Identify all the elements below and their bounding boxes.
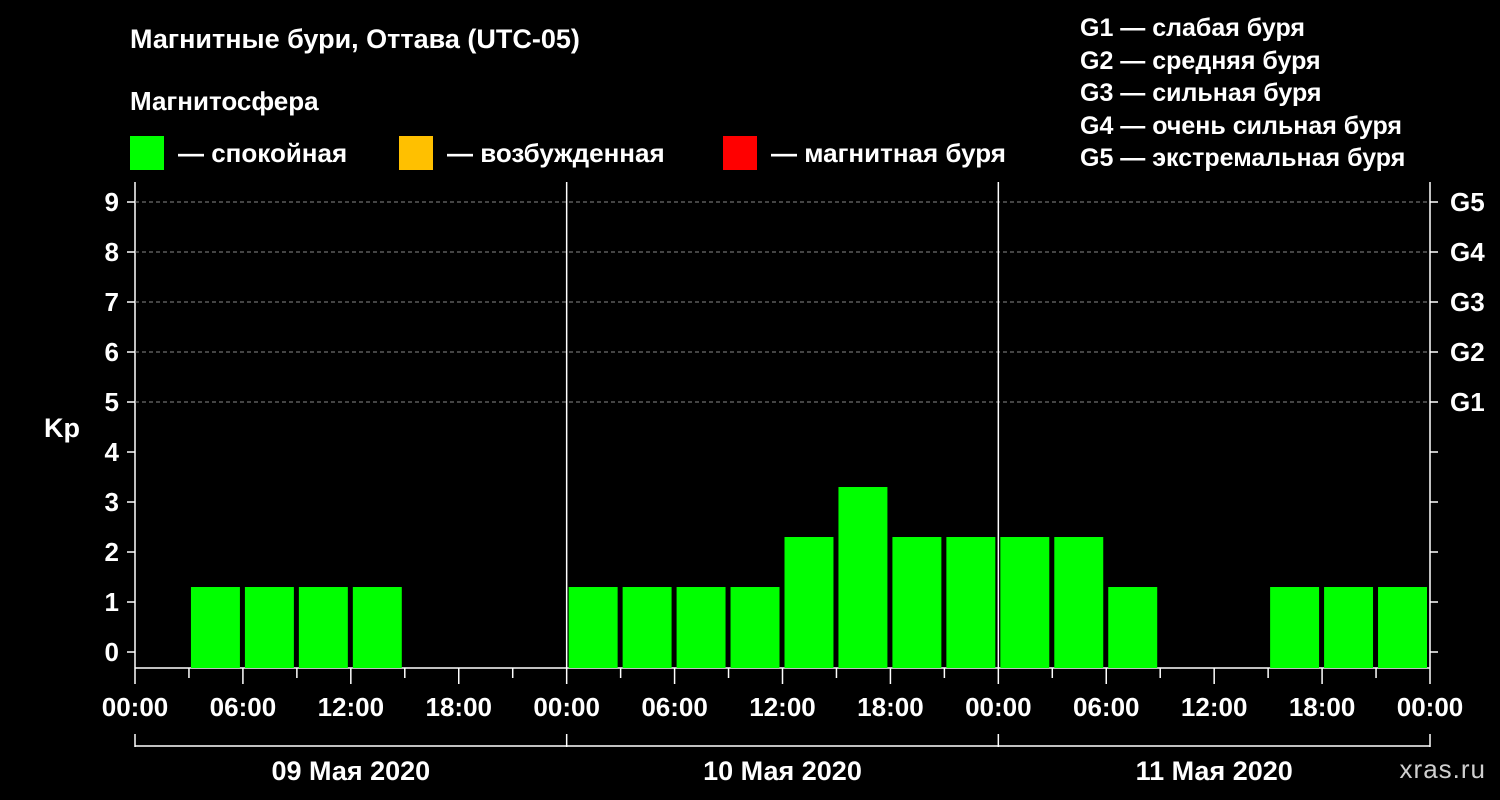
bar-4 (352, 587, 402, 668)
bar-16 (1000, 537, 1050, 668)
bar-22 (1324, 587, 1374, 668)
bar-14 (892, 537, 942, 668)
kp-bar-chart: 0 1 2 3 4 5 6 7 8 9 G1 G2 G3 G4 G5 Kp 00:00 06:00 12:00 18:… (44, 182, 1485, 786)
x-tick-label-1: 06:00 (210, 692, 277, 722)
bar-18 (1108, 587, 1158, 668)
x-tick-label-0: 00:00 (102, 692, 169, 722)
y-tick-label-1: 1 (105, 587, 119, 617)
x-tick-label-4: 00:00 (533, 692, 600, 722)
right-tick-label-g5: G5 (1450, 187, 1485, 217)
bar-11 (730, 587, 780, 668)
y-tick-label-0: 0 (105, 637, 119, 667)
bar-10 (676, 587, 726, 668)
bar-21 (1270, 587, 1320, 668)
bar-8 (568, 587, 618, 668)
y-tick-label-8: 8 (105, 237, 119, 267)
bar-15 (946, 537, 996, 668)
watermark: xras.ru (1399, 754, 1486, 784)
bar-12 (784, 537, 834, 668)
day-label-2: 11 Мая 2020 (1136, 756, 1293, 786)
y-tick-label-7: 7 (105, 287, 119, 317)
right-tick-label-g1: G1 (1450, 387, 1485, 417)
y-tick-label-2: 2 (105, 537, 119, 567)
x-tick-label-9: 06:00 (1073, 692, 1140, 722)
x-tick-label-10: 12:00 (1181, 692, 1248, 722)
x-tick-label-5: 06:00 (641, 692, 708, 722)
x-tick-label-8: 00:00 (965, 692, 1032, 722)
y-axis-label: Kp (44, 413, 80, 443)
bar-23 (1378, 587, 1427, 668)
x-tick-label-3: 18:00 (426, 692, 493, 722)
y-tick-label-6: 6 (105, 337, 119, 367)
bar-13 (838, 487, 888, 668)
x-tick-label-12: 00:00 (1397, 692, 1464, 722)
right-tick-label-g4: G4 (1450, 237, 1485, 267)
x-tick-label-6: 12:00 (749, 692, 816, 722)
right-tick-label-g2: G2 (1450, 337, 1485, 367)
x-tick-label-7: 18:00 (857, 692, 924, 722)
day-label-1: 10 Мая 2020 (703, 756, 862, 786)
bar-3 (298, 587, 348, 668)
y-tick-label-5: 5 (105, 387, 119, 417)
day-label-0: 09 Мая 2020 (271, 756, 430, 786)
y-tick-label-9: 9 (105, 187, 119, 217)
bar-2 (244, 587, 294, 668)
right-tick-label-g3: G3 (1450, 287, 1485, 317)
y-tick-label-4: 4 (105, 437, 120, 467)
x-tick-label-2: 12:00 (318, 692, 385, 722)
bar-1 (190, 587, 240, 668)
bar-17 (1054, 537, 1104, 668)
x-tick-label-11: 18:00 (1289, 692, 1356, 722)
bar-9 (622, 587, 672, 668)
y-tick-label-3: 3 (105, 487, 119, 517)
